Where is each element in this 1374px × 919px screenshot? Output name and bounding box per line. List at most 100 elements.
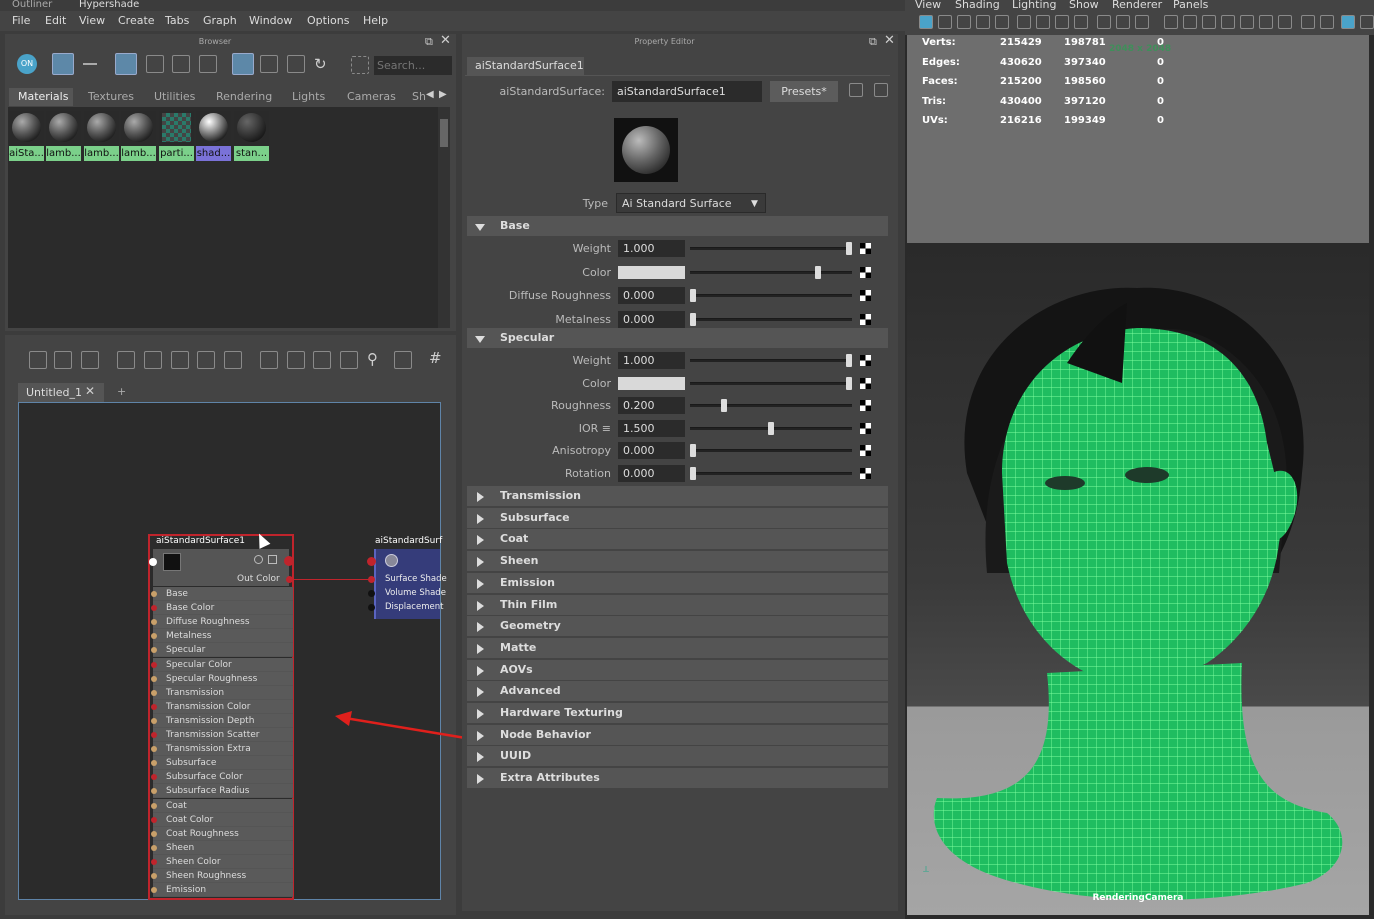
section-specular[interactable]: Specular	[467, 328, 888, 348]
float-icon[interactable]: ⧉	[869, 35, 877, 49]
viewport-tool-icon[interactable]	[1116, 15, 1130, 29]
viewport-tool-icon[interactable]	[938, 15, 952, 29]
vp-menu-renderer[interactable]: Renderer	[1112, 0, 1162, 11]
slider-handle[interactable]	[690, 312, 696, 326]
node-name-field[interactable]: aiStandardSurface1	[612, 81, 762, 102]
viewport-tool-icon[interactable]	[1221, 15, 1235, 29]
attribute-slider[interactable]	[690, 317, 852, 321]
slider-handle[interactable]	[690, 289, 696, 302]
scene-render[interactable]: ⟂ RenderingCamera	[907, 243, 1369, 915]
attribute-slider[interactable]	[690, 270, 852, 274]
slider-handle[interactable]	[846, 242, 852, 255]
viewport-tool-icon[interactable]	[1097, 15, 1111, 29]
section-aovs[interactable]: AOVs	[467, 659, 888, 680]
viewport-tool-icon[interactable]	[1360, 15, 1374, 29]
attribute-value-field[interactable]: 1.000	[618, 240, 685, 257]
slider-handle[interactable]	[690, 444, 696, 457]
node-type-label: aiStandardSurface:	[499, 85, 605, 98]
section-node-behavior[interactable]: Node Behavior	[467, 724, 888, 745]
copy-tab-icon[interactable]	[849, 83, 863, 97]
viewport-tool-icon[interactable]	[1055, 15, 1069, 29]
viewport-tool-icon[interactable]	[1320, 15, 1334, 29]
map-button-icon[interactable]	[860, 313, 871, 325]
map-button-icon[interactable]	[860, 467, 871, 479]
section-geometry[interactable]: Geometry	[467, 616, 888, 637]
attribute-slider[interactable]	[690, 471, 852, 475]
slider-handle[interactable]	[768, 421, 774, 435]
slider-handle[interactable]	[846, 354, 852, 367]
map-button-icon[interactable]	[860, 377, 871, 389]
map-button-icon[interactable]	[860, 422, 871, 434]
section-expand-icon	[477, 557, 484, 568]
section-subsurface[interactable]: Subsurface	[467, 507, 888, 528]
hud-stat-c: 0	[1157, 56, 1164, 68]
color-swatch[interactable]	[618, 376, 685, 390]
section-hardware-texturing[interactable]: Hardware Texturing	[467, 703, 888, 723]
vp-menu-shading[interactable]: Shading	[955, 0, 1000, 11]
section-matte[interactable]: Matte	[467, 637, 888, 658]
attribute-slider[interactable]	[690, 381, 852, 385]
viewport-tool-icon[interactable]	[976, 15, 990, 29]
section-coat[interactable]: Coat	[467, 529, 888, 550]
close-icon[interactable]: ✕	[884, 33, 895, 48]
attribute-value-field[interactable]: 1.500	[618, 419, 685, 437]
viewport-tool-icon[interactable]	[1183, 15, 1197, 29]
map-button-icon[interactable]	[860, 355, 871, 366]
map-button-icon[interactable]	[860, 445, 871, 456]
map-button-icon[interactable]	[860, 400, 871, 411]
slider-handle[interactable]	[690, 466, 696, 480]
map-button-icon[interactable]	[860, 243, 871, 254]
attribute-value-field[interactable]: 0.000	[618, 310, 685, 328]
section-advanced[interactable]: Advanced	[467, 681, 888, 702]
presets-button[interactable]: Presets*	[770, 81, 838, 102]
vp-menu-view[interactable]: View	[915, 0, 941, 11]
section-emission[interactable]: Emission	[467, 572, 888, 593]
vp-menu-panels[interactable]: Panels	[1173, 0, 1208, 11]
attribute-value-field[interactable]: 1.000	[618, 352, 685, 369]
section-thin-film[interactable]: Thin Film	[467, 594, 888, 615]
section-extra-attributes[interactable]: Extra Attributes	[467, 768, 888, 789]
type-dropdown[interactable]: Ai Standard Surface ▼	[616, 193, 766, 213]
slider-handle[interactable]	[846, 376, 852, 390]
section-label: Subsurface	[500, 510, 570, 524]
viewport-tool-icon[interactable]	[1278, 15, 1292, 29]
map-button-icon[interactable]	[860, 290, 871, 301]
slider-handle[interactable]	[814, 265, 821, 279]
show-attribute-editor-icon[interactable]	[874, 83, 888, 97]
viewport-tool-icon[interactable]	[1301, 15, 1315, 29]
attribute-label: Weight	[572, 354, 611, 367]
viewport-tool-icon[interactable]	[1074, 15, 1088, 29]
color-swatch[interactable]	[618, 265, 685, 279]
viewport-tool-icon[interactable]	[1036, 15, 1050, 29]
attribute-slider[interactable]	[690, 294, 852, 297]
viewport-tool-icon[interactable]	[1017, 15, 1031, 29]
viewport-tool-icon[interactable]	[1259, 15, 1273, 29]
section-transmission[interactable]: Transmission	[467, 486, 888, 506]
attribute-slider[interactable]	[690, 449, 852, 452]
viewport-tool-icon[interactable]	[1240, 15, 1254, 29]
viewport-tool-icon[interactable]	[1164, 15, 1178, 29]
vp-menu-show[interactable]: Show	[1069, 0, 1099, 11]
pe-tab[interactable]: aiStandardSurface1	[467, 57, 584, 75]
attribute-value-field[interactable]: 0.000	[618, 442, 685, 459]
attribute-value-field[interactable]: 0.200	[618, 397, 685, 414]
attribute-slider[interactable]	[690, 404, 852, 407]
attribute-value-field[interactable]: 0.000	[618, 287, 685, 304]
section-base[interactable]: Base	[467, 216, 888, 236]
map-button-icon[interactable]	[860, 266, 871, 278]
viewport-tool-icon[interactable]	[919, 15, 933, 29]
viewport-tool-icon[interactable]	[957, 15, 971, 29]
section-uuid[interactable]: UUID	[467, 746, 888, 767]
attribute-value-field[interactable]: 0.000	[618, 464, 685, 482]
hud-stat-b: 397340	[1064, 56, 1106, 68]
viewport-tool-icon[interactable]	[995, 15, 1009, 29]
section-expand-icon	[477, 622, 484, 633]
section-sheen[interactable]: Sheen	[467, 551, 888, 572]
viewport-tool-icon[interactable]	[1135, 15, 1149, 29]
slider-handle[interactable]	[721, 399, 728, 412]
viewport-tool-icon[interactable]	[1341, 15, 1355, 29]
attribute-slider[interactable]	[690, 247, 852, 250]
viewport-tool-icon[interactable]	[1202, 15, 1216, 29]
vp-menu-lighting[interactable]: Lighting	[1012, 0, 1056, 11]
attribute-slider[interactable]	[690, 359, 852, 362]
